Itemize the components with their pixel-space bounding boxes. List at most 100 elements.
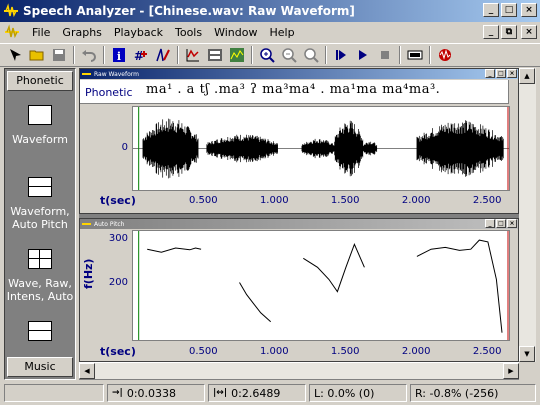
auto-pitch-x-tick: 0.500 bbox=[188, 346, 218, 357]
pitch-contour-0 bbox=[147, 247, 202, 253]
play-icon[interactable] bbox=[352, 44, 374, 66]
zoom-fit-icon[interactable] bbox=[300, 44, 322, 66]
two-graph-icon bbox=[28, 177, 52, 197]
waveform-segment-3 bbox=[334, 120, 364, 177]
sidebar-item-waveform-auto-pitch[interactable]: Waveform, Auto Pitch bbox=[5, 177, 75, 231]
menu-playback[interactable]: Playback bbox=[108, 26, 169, 39]
status-left-level: L: 0.0% (0) bbox=[314, 386, 375, 400]
child-restore-button[interactable]: ⧉ bbox=[501, 25, 517, 39]
horizontal-scrollbar[interactable]: ◀ ▶ bbox=[79, 362, 519, 379]
phonetic-label: Phonetic bbox=[85, 86, 133, 99]
pitch-window-icon bbox=[82, 223, 91, 225]
child-minimize-button[interactable]: _ bbox=[483, 25, 499, 39]
scroll-up-icon[interactable]: ▲ bbox=[519, 68, 535, 84]
waveform-segment-2 bbox=[301, 138, 335, 159]
auto-pitch-titlebar[interactable]: Auto Pitch _ □ × bbox=[80, 219, 518, 229]
layout-icon[interactable] bbox=[204, 44, 226, 66]
scroll-right-icon[interactable]: ▶ bbox=[503, 363, 519, 379]
undo-icon[interactable] bbox=[78, 44, 100, 66]
status-bar: →| 0:0.0338 |↔| 0:2.6489 L: 0.0% (0) R: … bbox=[0, 382, 540, 404]
monitor-icon[interactable] bbox=[434, 44, 456, 66]
open-folder-icon[interactable] bbox=[26, 44, 48, 66]
waveform-y-tick: 0 bbox=[121, 142, 128, 153]
sidebar-item-stacked[interactable] bbox=[5, 321, 75, 349]
stop-icon[interactable] bbox=[374, 44, 396, 66]
waveform-segment-5 bbox=[416, 120, 504, 177]
window-title: Speech Analyzer - [Chinese.wav: Raw Wave… bbox=[23, 4, 355, 18]
vertical-scrollbar[interactable]: ▲ ▼ bbox=[519, 68, 536, 362]
raw-waveform-titlebar[interactable]: Raw Waveform _ □ × bbox=[80, 69, 518, 79]
raw-waveform-x-tick: 2.500 bbox=[472, 195, 502, 206]
menu-graphs[interactable]: Graphs bbox=[56, 26, 107, 39]
status-length-panel: |↔| 0:2.6489 bbox=[208, 384, 306, 402]
tab-phonetic[interactable]: Phonetic bbox=[7, 71, 73, 91]
status-spacer bbox=[4, 384, 104, 402]
auto-pitch-x-tick: 2.500 bbox=[472, 346, 502, 357]
raw-waveform-window[interactable]: Raw Waveform _ □ × Phonetic ma¹ . a tʃ .… bbox=[79, 68, 519, 214]
menu-tools[interactable]: Tools bbox=[169, 26, 208, 39]
menu-window[interactable]: Window bbox=[208, 26, 263, 39]
raw-pitch-icon[interactable] bbox=[182, 44, 204, 66]
pitch-y-axis-label: f(Hz) bbox=[82, 258, 95, 289]
save-icon[interactable] bbox=[48, 44, 70, 66]
start-marker-icon: →| bbox=[112, 388, 123, 398]
single-graph-icon bbox=[28, 105, 52, 125]
pitch-maximize-button[interactable]: □ bbox=[496, 219, 506, 228]
info-icon[interactable]: i bbox=[108, 44, 130, 66]
raw-maximize-button[interactable]: □ bbox=[496, 69, 506, 78]
zoom-in-icon[interactable] bbox=[256, 44, 278, 66]
toolbar: i # bbox=[0, 43, 540, 67]
waveform-segment-0 bbox=[142, 118, 199, 179]
select-icon[interactable] bbox=[4, 44, 26, 66]
pitch-contour-1 bbox=[239, 282, 272, 323]
child-close-button[interactable]: × bbox=[521, 25, 537, 39]
pitch-minimize-button[interactable]: _ bbox=[485, 219, 495, 228]
auto-pitch-title: Auto Pitch bbox=[94, 220, 125, 228]
status-start-panel: →| 0:0.0338 bbox=[107, 384, 205, 402]
raw-close-button[interactable]: × bbox=[507, 69, 517, 78]
pitch-close-button[interactable]: × bbox=[507, 219, 517, 228]
mdi-client-area: Raw Waveform _ □ × Phonetic ma¹ . a tʃ .… bbox=[79, 68, 519, 380]
pitch-contour-3 bbox=[416, 239, 503, 333]
add-graph-icon[interactable]: # bbox=[130, 44, 152, 66]
edit-graph-icon[interactable] bbox=[152, 44, 174, 66]
auto-pitch-window[interactable]: Auto Pitch _ □ × 300 200 f(Hz) t(sec) 0.… bbox=[79, 218, 519, 362]
record-icon[interactable] bbox=[404, 44, 426, 66]
scroll-left-icon[interactable]: ◀ bbox=[79, 363, 95, 379]
pitch-contour-2 bbox=[303, 242, 365, 293]
auto-pitch-x-tick: 1.000 bbox=[259, 346, 289, 357]
waveform-segment-4 bbox=[362, 141, 378, 156]
sidebar-item-waveform[interactable]: Waveform bbox=[5, 105, 75, 146]
menu-file[interactable]: File bbox=[26, 26, 56, 39]
pitch-canvas bbox=[138, 231, 509, 340]
play-start-icon[interactable] bbox=[330, 44, 352, 66]
svg-text:#: # bbox=[134, 49, 144, 63]
minimize-button[interactable]: _ bbox=[483, 3, 499, 17]
waveform-plot[interactable] bbox=[132, 106, 510, 191]
pitch-time-label: t(sec) bbox=[100, 345, 136, 358]
maximize-button[interactable]: □ bbox=[501, 3, 517, 17]
scroll-down-icon[interactable]: ▼ bbox=[519, 346, 535, 362]
spectrum-icon[interactable] bbox=[226, 44, 248, 66]
tab-music[interactable]: Music bbox=[7, 357, 73, 377]
zoom-out-icon[interactable] bbox=[278, 44, 300, 66]
pitch-y-tick-200: 200 bbox=[108, 277, 128, 288]
raw-minimize-button[interactable]: _ bbox=[485, 69, 495, 78]
sidebar-item-label: Wave, Raw, Intens, Auto bbox=[6, 277, 74, 303]
sidebar-item-wave-raw-intens-auto[interactable]: Wave, Raw, Intens, Auto bbox=[5, 249, 75, 303]
pitch-plot[interactable] bbox=[132, 230, 510, 341]
raw-waveform-x-tick: 1.500 bbox=[330, 195, 360, 206]
title-bar[interactable]: Speech Analyzer - [Chinese.wav: Raw Wave… bbox=[0, 0, 540, 22]
close-button[interactable]: × bbox=[521, 3, 537, 17]
sidebar-item-label: Waveform bbox=[12, 133, 68, 146]
layout-sidebar: Phonetic Waveform Waveform, Auto Pitch W… bbox=[4, 68, 76, 380]
phonetic-annotation-row[interactable]: Phonetic ma¹ . a tʃ .ma³ ʔ ma³ma⁴ . ma¹m… bbox=[80, 80, 518, 104]
raw-waveform-x-tick: 1.000 bbox=[259, 195, 289, 206]
pitch-y-tick-300: 300 bbox=[108, 233, 128, 244]
phonetic-transcription: ma¹ . a tʃ .ma³ ʔ ma³ma⁴ . ma¹ma ma⁴ma³. bbox=[146, 82, 441, 97]
status-start-time: 0:0.0338 bbox=[126, 386, 177, 400]
raw-waveform-title: Raw Waveform bbox=[94, 70, 139, 78]
menu-help[interactable]: Help bbox=[263, 26, 300, 39]
document-menu-icon[interactable] bbox=[4, 24, 20, 40]
waveform-segment-1 bbox=[206, 134, 278, 163]
